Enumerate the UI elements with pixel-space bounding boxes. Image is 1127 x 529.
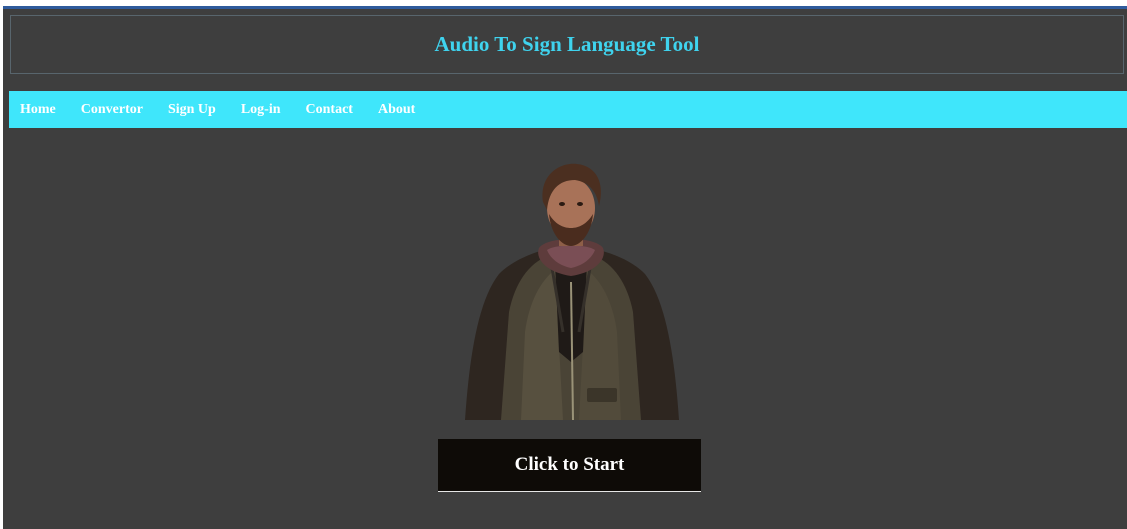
nav-link-home[interactable]: Home: [20, 102, 56, 118]
avatar-figure-image: [465, 163, 679, 421]
nav-link-log-in[interactable]: Log-in: [241, 102, 281, 118]
site-title: Audio To Sign Language Tool: [434, 32, 700, 56]
nav-bar: Home Convertor Sign Up Log-in Contact Ab…: [9, 91, 1127, 128]
nav-link-contact[interactable]: Contact: [306, 102, 353, 118]
nav-link-convertor[interactable]: Convertor: [81, 102, 143, 118]
nav-link-sign-up[interactable]: Sign Up: [168, 102, 216, 118]
page-body: Audio To Sign Language Tool Home Convert…: [3, 9, 1127, 529]
site-header: Audio To Sign Language Tool: [10, 15, 1124, 74]
nav-link-about[interactable]: About: [378, 102, 415, 118]
click-to-start-button[interactable]: Click to Start: [438, 439, 701, 492]
avatar-model: [451, 162, 691, 421]
